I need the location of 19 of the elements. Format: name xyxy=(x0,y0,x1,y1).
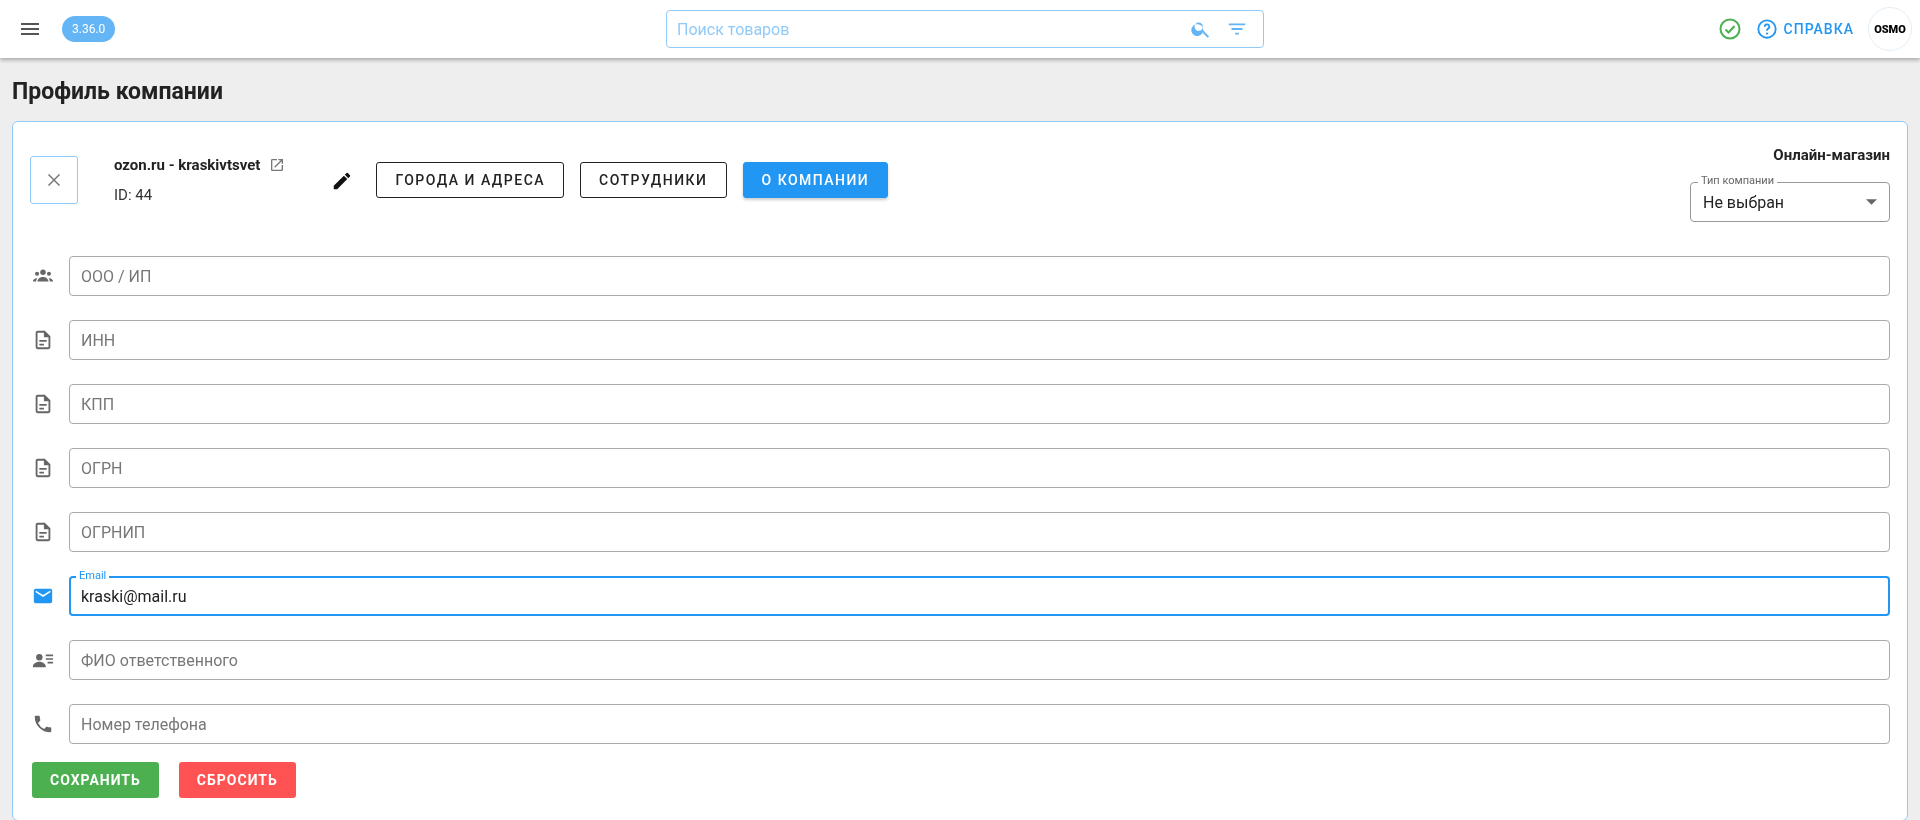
input-field[interactable]: КПП xyxy=(69,384,1890,424)
input-field[interactable]: ОГРН xyxy=(69,448,1890,488)
company-type-label: Онлайн-магазин xyxy=(1773,146,1890,164)
dropdown-caret-icon xyxy=(1866,199,1877,205)
help-icon xyxy=(1755,18,1778,40)
input-field[interactable]: ООО / ИП xyxy=(69,256,1890,296)
input-field[interactable]: Номер телефона xyxy=(69,704,1890,744)
input-field[interactable]: ФИО ответственного xyxy=(69,640,1890,680)
tab[interactable]: СОТРУДНИКИ xyxy=(580,162,727,198)
version-badge: 3.36.0 xyxy=(62,16,116,42)
input-field[interactable]: ОГРНИП xyxy=(69,512,1890,552)
tab[interactable]: ГОРОДА И АДРЕСА xyxy=(376,162,565,198)
phone-icon xyxy=(32,713,54,735)
company-name: ozon.ru - kraskivtsvet xyxy=(114,156,261,174)
external-link-icon[interactable] xyxy=(269,157,286,173)
check-circle-icon xyxy=(1717,17,1742,41)
company-id: ID: 44 xyxy=(114,186,154,204)
page-title: Профиль компании xyxy=(11,77,224,107)
input-field[interactable]: ИНН xyxy=(69,320,1890,360)
